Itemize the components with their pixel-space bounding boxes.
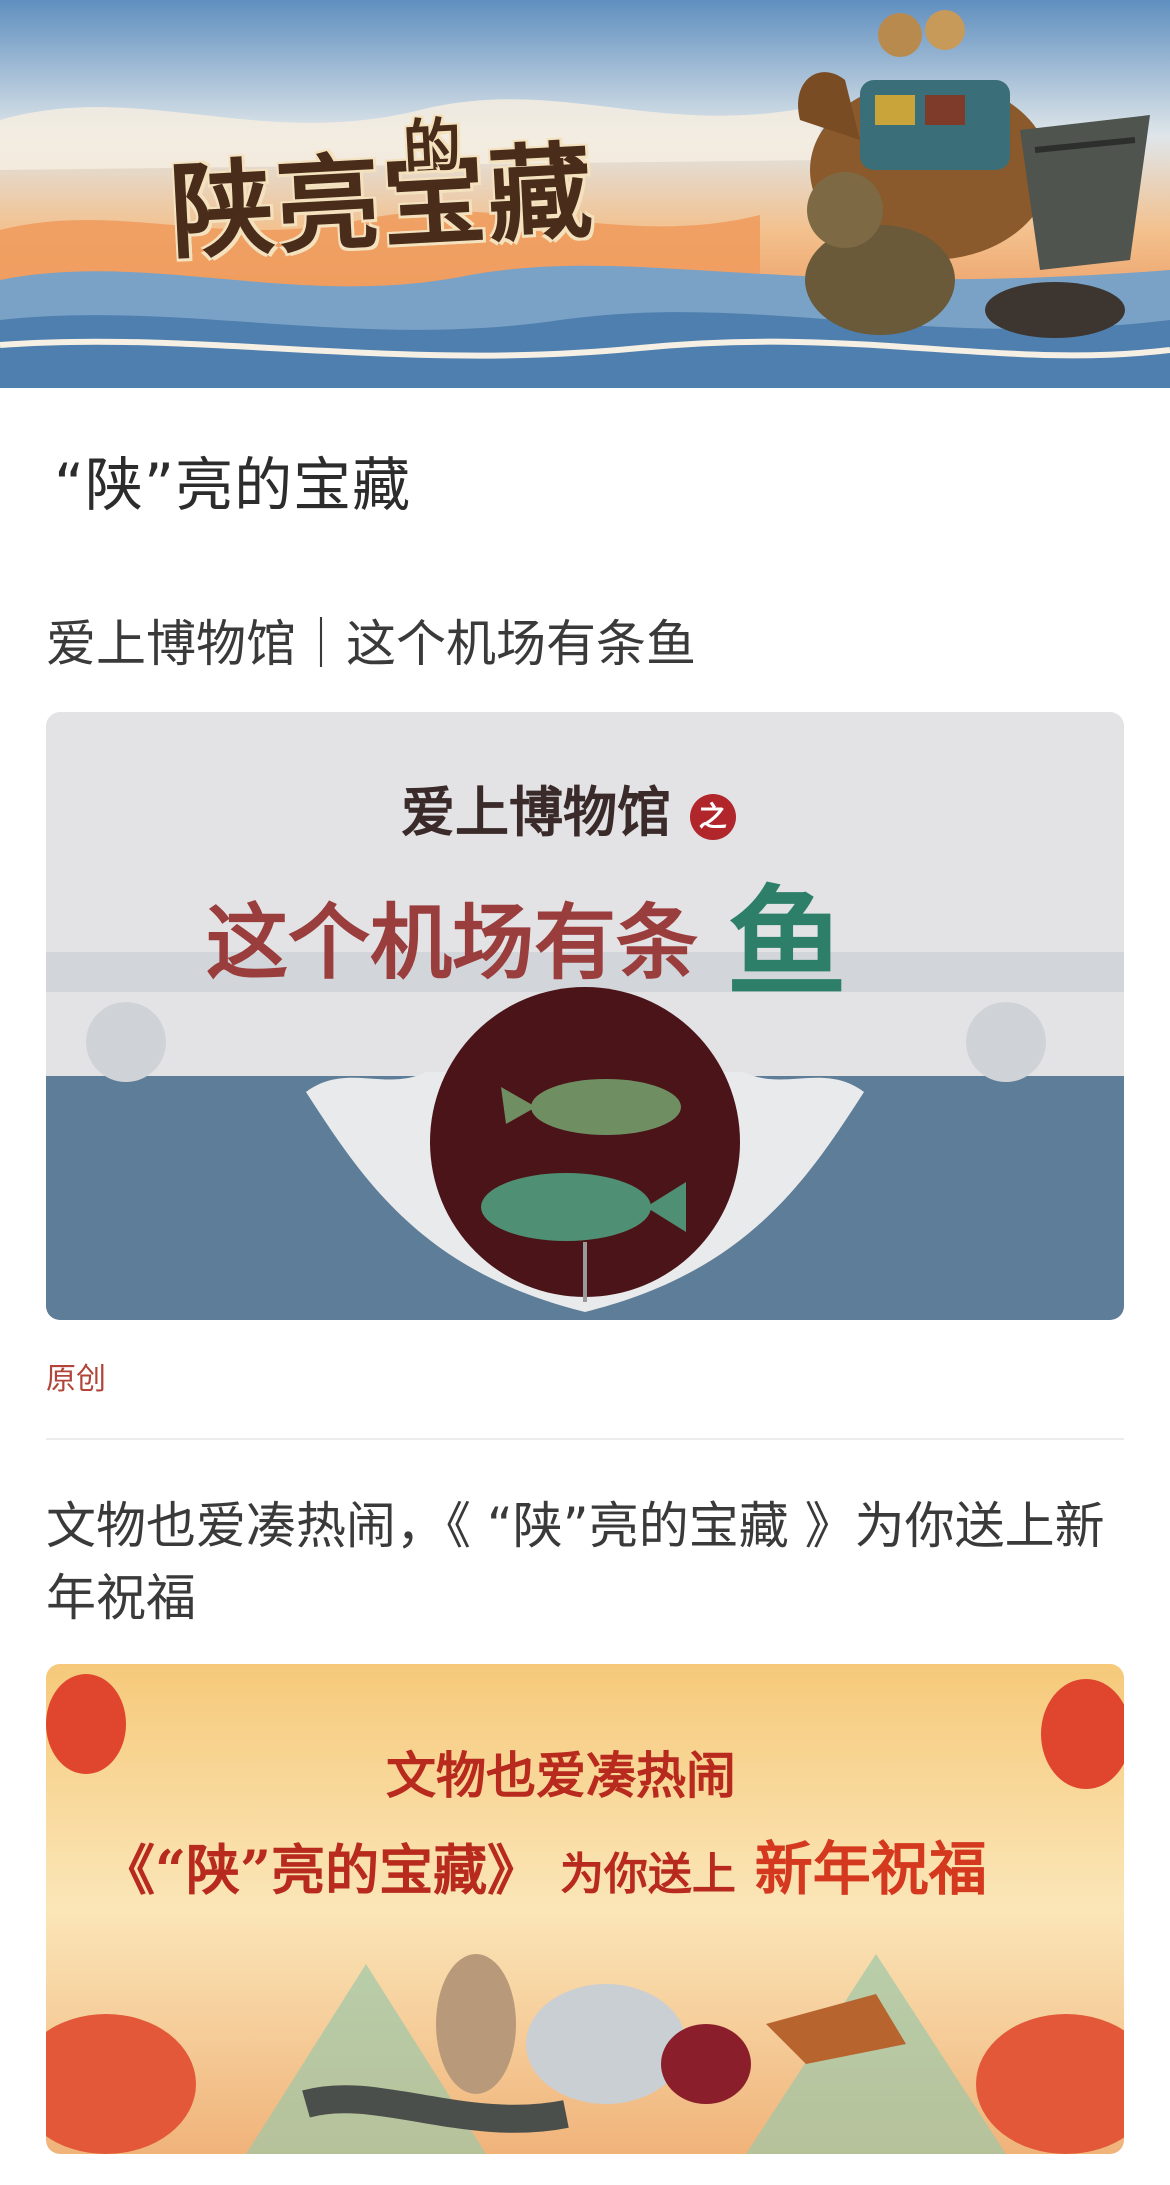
header-banner: 陕亮宝藏 的 [0,0,1170,388]
thumb-line1: 爱上博物馆 [401,780,671,844]
original-badge: 原创 [46,1362,106,1397]
thumb2-heading-2: 《“陕”亮的宝藏》 为你送上 新年祝福 [101,1822,987,1906]
article-title-1[interactable]: 爱上博物馆｜这个机场有条鱼 [46,608,1126,680]
article-title-2[interactable]: 文物也爱凑热闹，《 “陕”亮的宝藏 》为你送上新年祝福 [46,1490,1126,1634]
thumb2-line2c: 新年祝福 [754,1835,987,1903]
thumb-heading-2: 这个机场有条 鱼 [206,846,847,1020]
page-title: “陕”亮的宝藏 [54,451,412,519]
thumb-line2-big: 鱼 [726,873,847,1014]
banner-logo: 陕亮宝藏 的 [167,111,597,274]
banner-logo-small: 的 [401,110,465,182]
article-thumbnail-2[interactable]: 文物也爱凑热闹 《“陕”亮的宝藏》 为你送上 新年祝福 [46,1664,1124,2154]
thumb-heading-1: 爱上博物馆 之 [401,768,736,847]
thumb-line1-suffix: 之 [689,793,736,840]
thumb2-line2b: 为你送上 [559,1849,736,1900]
thumb2-heading-1: 文物也爱凑热闹 [386,1746,736,1805]
thumb2-line2a: 《“陕”亮的宝藏》 [101,1838,542,1902]
banner-logo-text: 陕亮宝藏 [167,128,597,275]
thumb-line2: 这个机场有条 [206,895,699,991]
article-divider [46,1438,1124,1440]
article-thumbnail-1[interactable]: 爱上博物馆 之 这个机场有条 鱼 [46,712,1124,1320]
